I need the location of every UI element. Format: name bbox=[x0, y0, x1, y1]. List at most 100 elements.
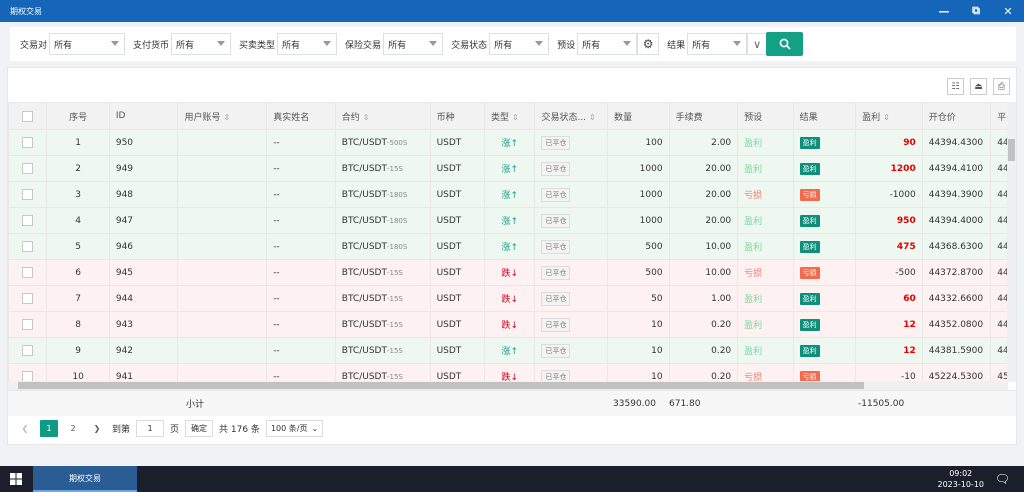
column-title: 开仓价 bbox=[928, 112, 956, 123]
table-row[interactable]: 2 949 -- BTC/USDT-15S USDT 涨↑ 已平仓 1000 20.00 盈利 盈利… bbox=[8, 155, 1016, 182]
cell-coin: USDT bbox=[429, 363, 486, 382]
filter-select[interactable]: 所有 bbox=[687, 33, 748, 55]
column-header[interactable]: 结果 bbox=[792, 102, 857, 130]
taskbar-app[interactable]: 期权交易 bbox=[33, 466, 137, 492]
cell-fee: 1.00 bbox=[668, 285, 739, 312]
prev-page-icon[interactable]: ❮ bbox=[16, 420, 34, 437]
table-row[interactable]: 5 946 -- BTC/USDT-180S USDT 涨↑ 已平仓 500 10.00 盈利 盈利… bbox=[8, 233, 1016, 260]
windows-start-icon[interactable] bbox=[10, 473, 22, 485]
row-checkbox[interactable] bbox=[22, 267, 34, 278]
cell-open-price: 44352.0800 bbox=[921, 311, 992, 338]
title-bar: 期权交易 — ⧉ ✕ bbox=[0, 0, 1024, 22]
next-page-icon[interactable]: ❯ bbox=[88, 420, 106, 437]
print-icon[interactable]: ⎙ bbox=[993, 78, 1010, 95]
column-header[interactable]: 类型 ⇕ bbox=[484, 102, 536, 130]
vertical-scrollbar[interactable] bbox=[1007, 102, 1016, 382]
summary-qty: 33590.00 bbox=[613, 398, 656, 409]
search-button[interactable] bbox=[766, 32, 804, 56]
cell-name: -- bbox=[266, 155, 336, 182]
sort-icon[interactable]: ⇕ bbox=[223, 113, 230, 122]
table-row[interactable]: 4 947 -- BTC/USDT-180S USDT 涨↑ 已平仓 1000 20.00 盈利盈… bbox=[8, 207, 1016, 234]
contract-period: -15S bbox=[386, 372, 403, 381]
status-badge: 已平仓 bbox=[541, 135, 571, 150]
sort-icon[interactable]: ⇕ bbox=[512, 113, 519, 122]
select-all-checkbox[interactable] bbox=[22, 110, 34, 122]
cell-result: 亏损 bbox=[792, 181, 857, 208]
sort-icon[interactable]: ⇕ bbox=[589, 113, 596, 122]
row-checkbox[interactable] bbox=[22, 215, 34, 226]
cell-status: 已平仓 bbox=[534, 259, 609, 286]
close-icon[interactable]: ✕ bbox=[992, 0, 1024, 22]
row-checkbox[interactable] bbox=[22, 293, 34, 304]
table-row[interactable]: 9 942 -- BTC/USDT-15S USDT 涨↑ 已平仓 10 0.20 盈利 盈利 12 4… bbox=[8, 337, 1016, 364]
direction-label: 涨↑ bbox=[501, 217, 519, 227]
table-row[interactable]: 6 945 -- BTC/USDT-15S USDT 跌↓ 已平仓 500 10.00 亏损 亏损 -… bbox=[8, 259, 1016, 286]
column-header[interactable]: 盈利 ⇕ bbox=[855, 102, 923, 130]
filter-select[interactable]: 所有 bbox=[171, 33, 232, 55]
notification-icon[interactable]: 🗨 bbox=[995, 472, 1010, 486]
row-checkbox[interactable] bbox=[22, 163, 34, 174]
cell-coin: USDT bbox=[429, 311, 486, 338]
export-icon[interactable]: ⏏ bbox=[970, 78, 987, 95]
table-row[interactable]: 10 941 -- BTC/USDT-15S USDT 跌↓ 已平仓 10 0.20 亏损 亏损 -1… bbox=[8, 363, 1016, 382]
direction-label: 涨↑ bbox=[501, 165, 519, 175]
cell-type: 跌↓ bbox=[484, 259, 536, 286]
restore-icon[interactable]: ⧉ bbox=[960, 0, 992, 22]
table-row[interactable]: 3 948 -- BTC/USDT-180S USDT 涨↑ 已平仓 1000 20.00 亏损亏… bbox=[8, 181, 1016, 208]
sort-icon[interactable]: ⇕ bbox=[883, 113, 890, 122]
table-body: 序号 ID 用户账号 ⇕ 真实姓名 合约 ⇕ 币种 类型 ⇕ 交易状态... ⇕ 数量 手续费 预设 结果 盈利… bbox=[8, 102, 1016, 382]
column-header[interactable]: 数量 bbox=[607, 102, 670, 130]
column-header[interactable] bbox=[8, 102, 48, 130]
cell-qty: 10 bbox=[607, 363, 670, 382]
settings-gear-icon[interactable]: ⚙ bbox=[637, 33, 660, 55]
sort-icon[interactable]: ⇕ bbox=[363, 113, 370, 122]
row-checkbox[interactable] bbox=[22, 319, 34, 330]
contract-period: -15S bbox=[386, 164, 403, 173]
minimize-icon[interactable]: — bbox=[928, 0, 960, 22]
summary-row: 小计 33590.00 671.80 -11505.00 bbox=[8, 390, 1016, 416]
page-2[interactable]: 2 bbox=[64, 420, 82, 437]
table-row[interactable]: 8 943 -- BTC/USDT-15S USDT 跌↓ 已平仓 10 0.20 盈利 盈利 12 4… bbox=[8, 311, 1016, 338]
column-header[interactable]: 币种 bbox=[429, 102, 486, 130]
page-1[interactable]: 1 bbox=[40, 420, 58, 437]
row-checkbox[interactable] bbox=[22, 189, 34, 200]
result-badge: 盈利 bbox=[799, 214, 820, 227]
contract-pair: BTC/USDT bbox=[341, 293, 387, 304]
column-header[interactable]: 合约 ⇕ bbox=[334, 102, 431, 130]
column-header[interactable]: 开仓价 bbox=[921, 102, 992, 130]
column-header[interactable]: 预设 bbox=[737, 102, 794, 130]
filter-select[interactable]: 所有 bbox=[383, 33, 444, 55]
row-checkbox[interactable] bbox=[22, 137, 34, 148]
cell-id: 944 bbox=[108, 285, 179, 312]
row-checkbox[interactable] bbox=[22, 345, 34, 356]
contract-pair: BTC/USDT bbox=[341, 137, 387, 148]
table-row[interactable]: 1 950 -- BTC/USDT-500S USDT 涨↑ 已平仓 100 2.00 盈利 盈利 9… bbox=[8, 129, 1016, 156]
column-header[interactable]: 手续费 bbox=[668, 102, 739, 130]
column-header[interactable]: 交易状态... ⇕ bbox=[534, 102, 609, 130]
goto-page-input[interactable]: 1 bbox=[136, 420, 165, 437]
cell-profit: 1200 bbox=[855, 155, 923, 182]
column-header[interactable]: 用户账号 ⇕ bbox=[177, 102, 268, 130]
filter-select[interactable]: 所有 bbox=[489, 33, 550, 55]
filter-select[interactable]: 所有 bbox=[577, 33, 638, 55]
filter-select[interactable]: 所有 bbox=[49, 33, 126, 55]
columns-icon[interactable]: ☷ bbox=[947, 78, 964, 95]
table-row[interactable]: 7 944 -- BTC/USDT-15S USDT 跌↓ 已平仓 50 1.00 盈利 盈利 60 4… bbox=[8, 285, 1016, 312]
cell-name: -- bbox=[266, 363, 336, 382]
cell-seq: 2 bbox=[46, 155, 110, 182]
column-header[interactable]: 真实姓名 bbox=[266, 102, 336, 130]
horizontal-scrollbar[interactable] bbox=[8, 381, 1008, 390]
column-header[interactable]: 序号 bbox=[46, 102, 110, 130]
direction-label: 跌↓ bbox=[501, 295, 519, 305]
goto-confirm-button[interactable]: 确定 bbox=[185, 420, 214, 437]
column-header[interactable]: ID bbox=[108, 102, 179, 130]
cell-id: 950 bbox=[108, 129, 179, 156]
filter-select[interactable]: 所有 bbox=[277, 33, 338, 55]
page-size-select[interactable]: 100 条/页 ⌄ bbox=[265, 420, 324, 437]
expand-chevron-icon[interactable]: ∨ bbox=[747, 33, 768, 55]
table-header: 序号 ID 用户账号 ⇕ 真实姓名 合约 ⇕ 币种 类型 ⇕ 交易状态... ⇕ 数量 手续费 预设 结果 盈利… bbox=[8, 102, 1016, 130]
cell-seq: 10 bbox=[46, 363, 110, 382]
contract-pair: BTC/USDT bbox=[341, 189, 387, 200]
column-title: 交易状态... bbox=[541, 112, 587, 123]
row-checkbox[interactable] bbox=[22, 241, 34, 252]
